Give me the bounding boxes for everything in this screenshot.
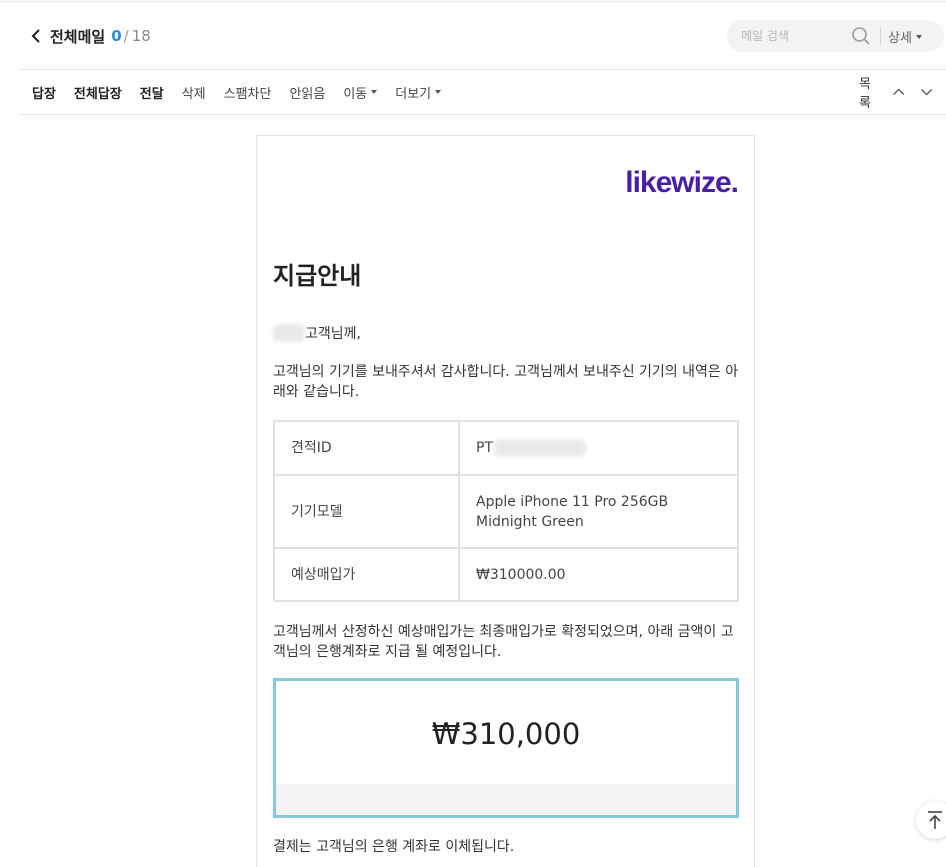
search-icon[interactable] [851,26,871,46]
chevron-left-icon [31,29,40,43]
model-label: 기기모델 [273,474,460,549]
payment-paragraph: 고객님께서 산정하신 예상매입가는 최종매입가로 확정되었으며, 아래 금액이 … [273,624,734,660]
likewize-logo: likewize. [625,166,739,200]
caret-down-icon [371,90,378,94]
caret-down-icon [435,90,442,94]
table-row: 기기모델 Apple iPhone 11 Pro 256GB Midnight … [273,474,739,549]
mail-search-box: 상세 [727,20,944,52]
more-dropdown[interactable]: 더보기 [395,83,442,102]
back-to-list-button[interactable]: 전체메일 0 / 18 [30,24,151,48]
logo-dot: . [730,166,739,199]
move-dropdown[interactable]: 이동 [343,83,378,102]
reply-button[interactable]: 답장 [32,83,56,102]
mail-toolbar: 답장 전체답장 전달 삭제 스팸차단 안읽음 이동 더보기 목록 [0,70,946,114]
logo-text: likewize [625,166,731,199]
chevron-down-icon[interactable] [919,83,934,101]
quote-id-cell: PT [458,420,739,476]
price-label: 예상매입가 [273,547,460,602]
count-separator: / [123,27,129,45]
arrow-up-to-top-icon [928,811,942,829]
price-value: ₩310000.00 [458,547,739,602]
more-label: 더보기 [395,86,432,102]
mail-body: likewize. 지급안내 고객님께, 고객님의 기기를 보내주셔서 감사합니… [256,135,755,867]
quote-id-value: PT [476,440,493,456]
redacted-quote-id [494,439,586,457]
transfer-note: 결제는 고객님의 은행 계좌로 이체됩니다. [273,839,515,855]
caret-down-icon [915,34,922,39]
move-label: 이동 [343,86,368,102]
greeting-suffix: 고객님께, [305,326,361,342]
search-divider [880,28,881,44]
delete-button[interactable]: 삭제 [182,83,206,102]
amount-box-footer [276,784,736,815]
amount-box: ₩310,000 [273,678,739,818]
mark-unread-button[interactable]: 안읽음 [289,83,325,102]
quote-id-label: 견적ID [273,420,460,476]
mail-heading: 지급안내 [273,262,362,290]
intro-paragraph: 고객님의 기기를 보내주셔서 감사합니다. 고객님께서 보내주신 기기의 내역은… [273,364,739,400]
mail-header: 전체메일 0 / 18 상세 [0,3,946,69]
mail-search-input[interactable] [741,26,851,46]
payment-amount: ₩310,000 [431,717,581,751]
detail-search-dropdown[interactable]: 상세 [888,27,922,46]
spam-block-button[interactable]: 스팸차단 [224,83,272,102]
device-info-table: 견적ID PT 기기모델 Apple iPhone 11 Pro 256GB M… [273,420,739,602]
chevron-up-icon[interactable] [891,83,906,101]
table-row: 예상매입가 ₩310000.00 [273,547,739,602]
toolbar-divider [18,114,946,115]
greeting: 고객님께, [273,323,361,343]
detail-search-label: 상세 [888,31,912,46]
scroll-to-top-button[interactable] [916,801,946,839]
unread-count: 0 [111,27,122,45]
list-button[interactable]: 목록 [859,73,879,111]
folder-title: 전체메일 [50,27,106,46]
table-row: 견적ID PT [273,420,739,476]
reply-all-button[interactable]: 전체답장 [74,83,122,102]
redacted-name [273,324,305,342]
model-value: Apple iPhone 11 Pro 256GB Midnight Green [458,474,739,549]
forward-button[interactable]: 전달 [140,83,164,102]
total-count: 18 [131,27,151,45]
